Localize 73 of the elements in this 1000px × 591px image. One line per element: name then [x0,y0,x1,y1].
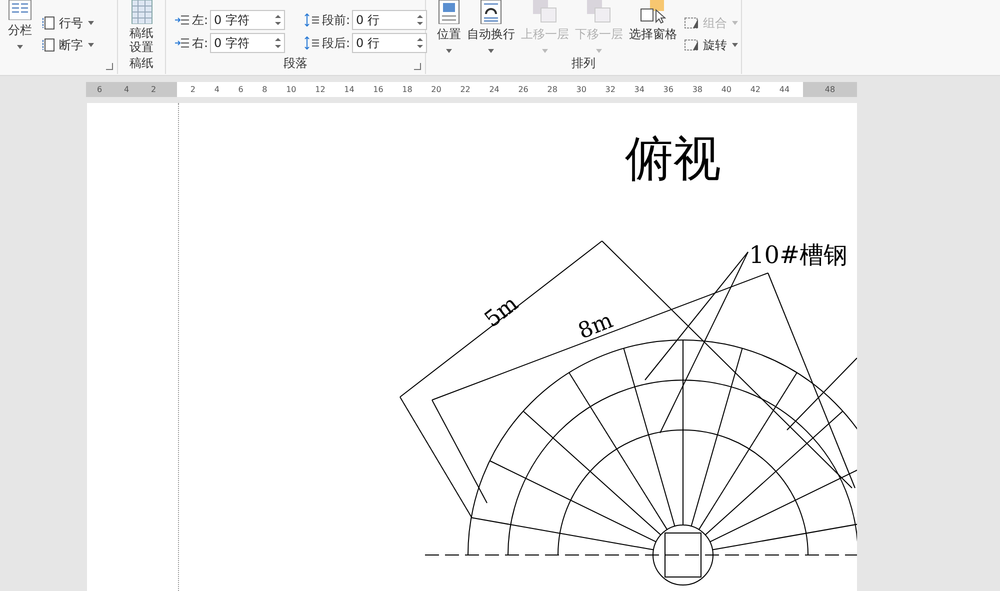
spin-field[interactable]: 0 字符 [210,10,286,30]
dimension-label: 8m [574,308,617,345]
shape-icon [684,16,700,30]
ruler-number: 6 [96,84,102,96]
group-label: 段落 [284,55,308,72]
spacing-icon [304,13,320,27]
caret-icon [596,49,602,53]
caret-icon [88,43,94,47]
caret-icon [17,45,23,49]
grid-paper-icon [130,0,152,24]
ruler-number: 2 [190,84,196,96]
caret-icon [446,49,452,53]
arrange-button[interactable]: 位置 [434,0,464,57]
ruler-number: 40 [721,84,732,96]
ruler-number: 32 [605,84,616,96]
manuscript-settings-button[interactable]: 稿纸设置 [126,0,156,54]
shape-icon [684,38,700,52]
field-label: 左: [192,12,208,28]
spin-arrows-icon[interactable] [275,14,282,26]
ruler-number: 36 [663,84,674,96]
columns-button[interactable]: 分栏 [6,0,34,53]
ruler-number: 42 [750,84,761,96]
page-icon [42,16,56,30]
ruler-number: 28 [547,84,558,96]
caret-icon [488,49,494,53]
ruler-number: 2 [150,84,156,96]
caret-icon [88,21,94,25]
ruler-number: 26 [518,84,528,96]
dialog-launcher-icon[interactable] [414,63,421,70]
ruler-number: 38 [692,84,702,96]
ruler-number: 22 [460,84,470,96]
spin-arrows-icon[interactable] [417,37,424,49]
dimension-label: 5m [480,292,524,333]
page-icon [42,38,56,52]
ruler-number: 44 [779,84,790,96]
dropdown-button[interactable]: 行号 [42,14,94,32]
ruler-number: 14 [344,84,354,96]
ruler-number: 4 [214,84,220,96]
spin-arrows-icon[interactable] [417,14,424,26]
caret-icon [732,43,738,47]
ruler-number: 30 [576,84,586,96]
dropdown-button[interactable]: 旋转 [684,36,738,54]
ruler-number: 24 [489,84,500,96]
ruler-number: 4 [124,84,130,96]
ruler-number: 6 [238,84,244,96]
arrange-button[interactable]: 自动换行 [464,0,518,57]
group-label: 稿纸 [130,55,154,72]
field-label: 段前: [322,12,350,28]
field-label: 段后: [322,34,350,52]
ruler-number: 16 [373,84,384,96]
spin-field[interactable]: 0 行 [352,10,428,30]
caret-icon [542,49,548,53]
ruler-number: 18 [402,84,412,96]
ruler-number: 10 [286,84,296,96]
dropdown-button[interactable]: 断字 [42,36,94,54]
indent-icon [174,37,190,49]
field-label: 右: [192,34,208,52]
dialog-launcher-icon[interactable] [106,63,113,70]
arrange-button[interactable]: 选择窗格 [626,0,680,43]
spin-field[interactable]: 0 行 [352,33,428,53]
spin-arrows-icon[interactable] [275,37,282,49]
group-label: 排列 [572,55,596,72]
spin-field[interactable]: 0 字符 [210,33,286,53]
caret-icon [732,21,738,25]
ruler-number: 12 [315,84,326,96]
drawing-title: 俯视 [625,131,721,187]
dimension-label: 10#槽钢 [749,241,848,269]
spacing-icon [304,36,320,50]
ruler-number: 34 [634,84,644,96]
ruler-number: 48 [824,85,836,94]
ruler-number: 8 [262,84,268,96]
ruler-number: 20 [431,84,442,96]
indent-icon [174,14,190,26]
